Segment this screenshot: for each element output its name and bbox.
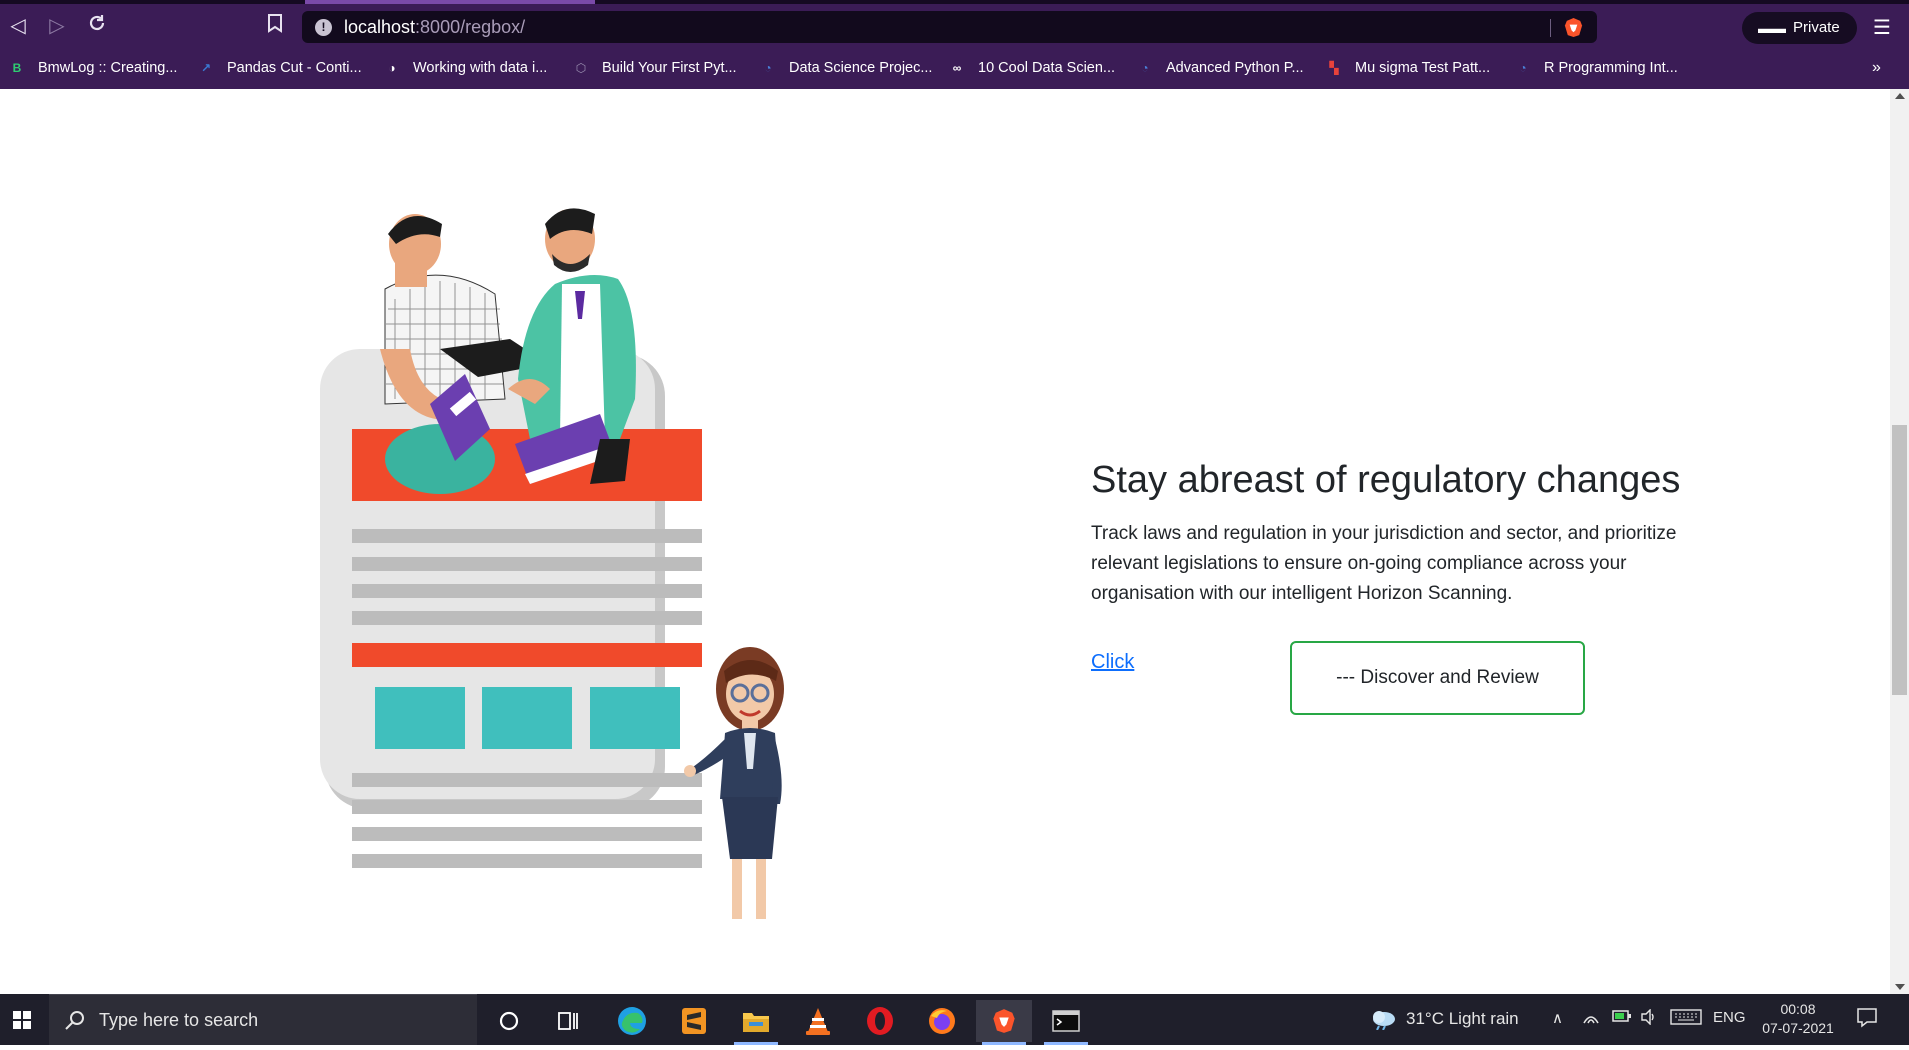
brave-shields-icon[interactable] <box>1563 17 1584 38</box>
battery-icon[interactable] <box>1612 1009 1632 1027</box>
browser-chrome: ◁ ▷ ! localhost:8000/regbox/ ▬▬ Private … <box>0 0 1909 89</box>
navigation-bar: ◁ ▷ ! localhost:8000/regbox/ ▬▬ Private … <box>0 4 1909 48</box>
bookmark-item[interactable]: ◑ Working with data i... <box>383 56 547 80</box>
vlc-taskbar-button[interactable] <box>790 1000 846 1042</box>
hex-icon: ⬡ <box>575 61 587 75</box>
chart-icon: ↗ <box>200 61 212 75</box>
task-view-button[interactable] <box>540 1000 596 1042</box>
opera-icon <box>867 1007 893 1035</box>
volume-icon[interactable] <box>1640 1008 1658 1029</box>
weather-widget[interactable]: 31°C Light rain <box>1370 1008 1519 1030</box>
forward-button[interactable]: ▷ <box>44 13 70 39</box>
bookmark-item[interactable]: ∞ 10 Cool Data Scien... <box>948 56 1115 80</box>
taskbar-search-box[interactable]: Type here to search <box>49 994 477 1045</box>
windows-taskbar: Type here to search 31°C Light rain ∧ EN… <box>0 994 1909 1045</box>
hero-description: Track laws and regulation in your jurisd… <box>1091 523 1677 604</box>
rain-cloud-icon <box>1373 1011 1395 1030</box>
bookmarks-bar: B BmwLog :: Creating... ↗ Pandas Cut - Cont… <box>0 50 1909 86</box>
bookmark-item[interactable]: ⬡ Build Your First Pyt... <box>572 56 737 80</box>
task-view-icon <box>558 1012 578 1030</box>
bookmark-item[interactable]: ↗ Pandas Cut - Conti... <box>197 56 362 80</box>
bookmark-item[interactable]: ◔ Data Science Projec... <box>759 56 932 80</box>
opera-taskbar-button[interactable] <box>852 1000 908 1042</box>
discover-and-review-button[interactable]: --- Discover and Review <box>1290 641 1585 715</box>
search-placeholder: Type here to search <box>99 1010 259 1030</box>
site-info-icon[interactable]: ! <box>315 19 332 36</box>
bookmark-label: Working with data i... <box>413 60 548 76</box>
url-text[interactable]: localhost:8000/regbox/ <box>344 17 525 38</box>
firefox-taskbar-button[interactable] <box>914 1000 970 1042</box>
language-indicator[interactable]: ENG <box>1713 1009 1746 1026</box>
regulatory-document-illustration <box>320 208 784 919</box>
folder-icon <box>743 1013 769 1032</box>
brave-icon <box>993 1009 1015 1033</box>
scroll-down-arrow-icon[interactable] <box>1895 984 1905 990</box>
sublime-text-taskbar-button[interactable] <box>666 1000 722 1042</box>
sublime-text-icon <box>682 1008 706 1034</box>
b-logo-icon: B <box>12 61 22 75</box>
search-icon <box>65 1011 84 1030</box>
bookmark-item[interactable]: ◔ Advanced Python P... <box>1136 56 1304 80</box>
private-label: Private <box>1793 19 1840 36</box>
bookmark-icon <box>268 14 282 33</box>
bookmark-label: R Programming Int... <box>1544 60 1678 76</box>
terminal-icon <box>1052 1010 1080 1032</box>
show-hidden-icons-chevron-icon[interactable]: ∧ <box>1552 1009 1563 1027</box>
edge-icon <box>618 1007 646 1035</box>
brave-taskbar-button[interactable] <box>976 1000 1032 1045</box>
bookmark-label: Advanced Python P... <box>1166 60 1304 76</box>
infinity-icon: ∞ <box>952 61 962 75</box>
page-scrollbar[interactable] <box>1890 89 1909 994</box>
notifications-icon[interactable] <box>1856 1006 1878 1032</box>
planet-icon: ◔ <box>1519 61 1527 75</box>
address-bar[interactable]: ! localhost:8000/regbox/ <box>302 11 1597 43</box>
scrollbar-thumb[interactable] <box>1892 425 1907 695</box>
cortana-circle-icon <box>499 1011 519 1031</box>
bookmarks-overflow-chevron-icon[interactable]: » <box>1872 56 1881 80</box>
browser-menu-button[interactable]: ☰ <box>1870 16 1894 40</box>
private-window-badge[interactable]: ▬▬ Private <box>1742 12 1857 44</box>
scroll-up-arrow-icon[interactable] <box>1895 93 1905 99</box>
bookmark-label: Build Your First Pyt... <box>602 60 737 76</box>
reload-button[interactable] <box>84 13 110 39</box>
bookmark-label: Data Science Projec... <box>789 60 933 76</box>
file-explorer-taskbar-button[interactable] <box>728 1000 784 1045</box>
bookmark-label: Pandas Cut - Conti... <box>227 60 362 76</box>
weather-text: 31°C Light rain <box>1406 1009 1519 1028</box>
bookmark-item[interactable]: B BmwLog :: Creating... <box>8 56 178 80</box>
keyboard-icon[interactable] <box>1670 1009 1702 1029</box>
windows-logo-icon <box>13 1011 31 1029</box>
page-viewport: Stay abreast of regulatory changes Track… <box>0 89 1890 994</box>
planet-icon: ◔ <box>1141 61 1149 75</box>
bookmark-button[interactable] <box>262 13 288 39</box>
vlc-icon <box>806 1008 830 1035</box>
address-separator <box>1550 19 1551 37</box>
click-link[interactable]: Click <box>1091 651 1134 674</box>
bookmark-label: BmwLog :: Creating... <box>38 60 178 76</box>
system-clock[interactable]: 00:08 07-07-2021 <box>1755 1000 1841 1038</box>
planet-icon: ◔ <box>764 61 772 75</box>
reload-icon <box>89 15 105 31</box>
hero-title: Stay abreast of regulatory changes <box>1091 459 1681 501</box>
bookmark-item[interactable]: ▚ Mu sigma Test Patt... <box>1325 56 1490 80</box>
clock-time: 00:08 <box>1780 1001 1816 1017</box>
red-tile-icon: ▚ <box>1329 61 1339 75</box>
bookmark-label: Mu sigma Test Patt... <box>1355 60 1491 76</box>
network-wifi-icon[interactable] <box>1582 1009 1600 1029</box>
cortana-button[interactable] <box>481 1000 537 1042</box>
terminal-taskbar-button[interactable] <box>1038 1000 1094 1045</box>
start-button[interactable] <box>0 994 46 1045</box>
bookmark-item[interactable]: ◔ R Programming Int... <box>1514 56 1678 80</box>
edge-taskbar-button[interactable] <box>604 1000 660 1042</box>
globe-icon: ◑ <box>388 61 396 75</box>
private-glasses-icon: ▬▬ <box>1758 20 1786 36</box>
bookmark-label: 10 Cool Data Scien... <box>978 60 1116 76</box>
back-button[interactable]: ◁ <box>5 13 31 39</box>
clock-date: 07-07-2021 <box>1762 1020 1834 1036</box>
firefox-icon <box>929 1008 955 1034</box>
